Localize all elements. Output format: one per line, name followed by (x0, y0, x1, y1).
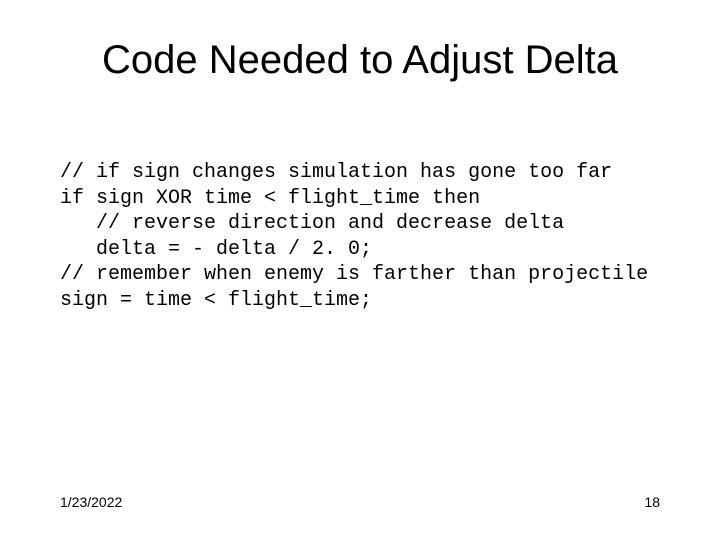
code-line: // remember when enemy is farther than p… (60, 263, 648, 286)
slide-title: Code Needed to Adjust Delta (0, 38, 720, 83)
footer-date: 1/23/2022 (60, 494, 122, 510)
code-line: sign = time < flight_time; (60, 289, 372, 312)
code-line: delta = - delta / 2. 0; (60, 238, 372, 261)
code-block: // if sign changes simulation has gone t… (60, 160, 680, 314)
slide: Code Needed to Adjust Delta // if sign c… (0, 0, 720, 540)
footer-page-number: 18 (644, 494, 660, 510)
code-line: if sign XOR time < flight_time then (60, 187, 480, 210)
code-line: // reverse direction and decrease delta (60, 212, 564, 235)
code-line: // if sign changes simulation has gone t… (60, 161, 612, 184)
